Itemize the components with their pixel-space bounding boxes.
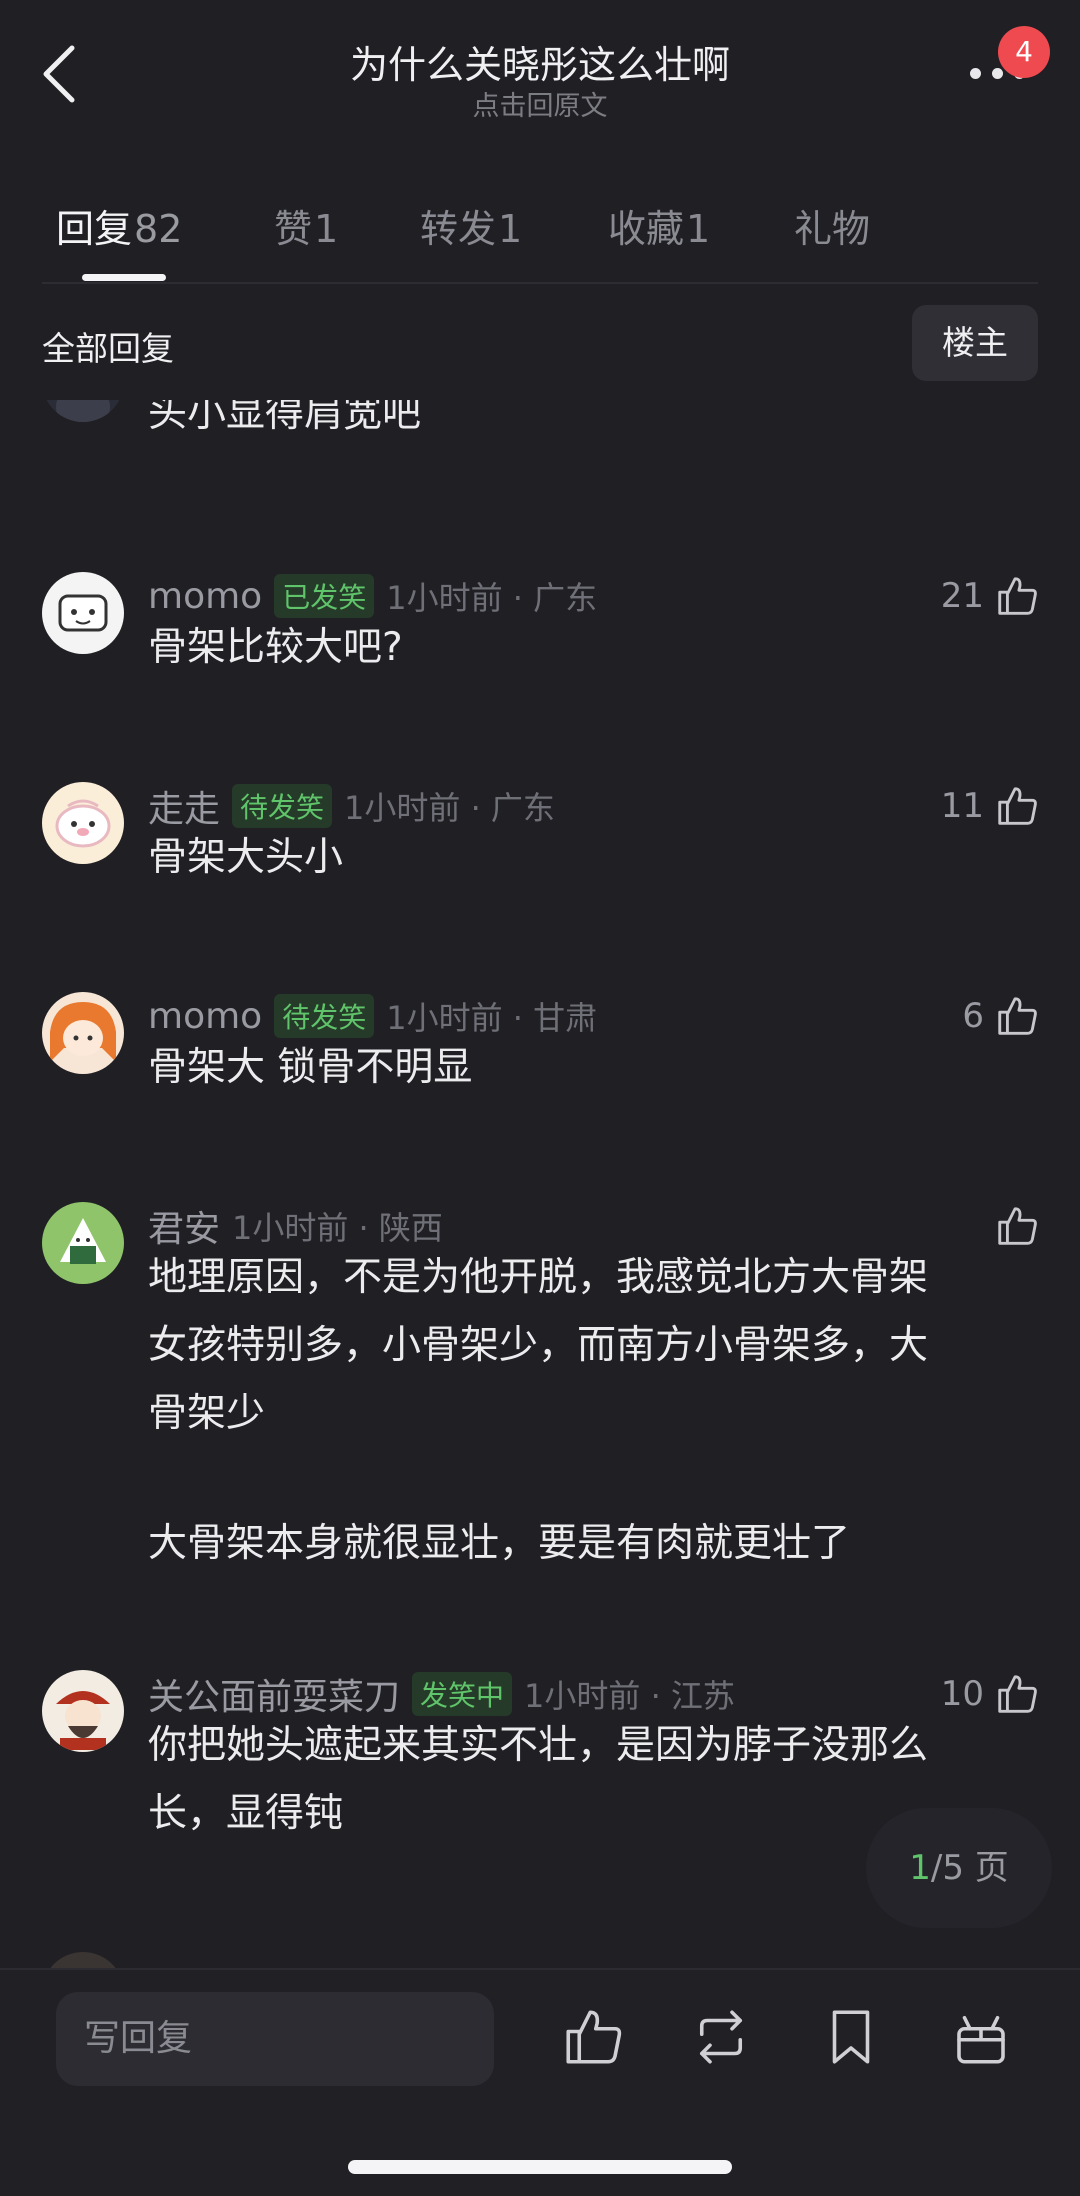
username[interactable]: momo xyxy=(148,576,262,617)
tab-favorites[interactable]: 收藏1 xyxy=(608,198,710,253)
comment-text: 地理原因，不是为他开脱，我感觉北方大骨架 女孩特别多，小骨架少，而南方小骨架多，… xyxy=(148,1255,929,1566)
page-indicator[interactable]: 1/5 页 xyxy=(866,1808,1052,1928)
tab-reposts[interactable]: 转发1 xyxy=(420,198,522,253)
thumbs-up-icon xyxy=(998,787,1037,825)
bookmark-button[interactable] xyxy=(818,2004,884,2070)
avatar[interactable] xyxy=(42,572,124,654)
avatar[interactable] xyxy=(42,1670,124,1752)
timestamp: 1小时前 · 广东 xyxy=(344,789,555,827)
status-badge: 待发笑 xyxy=(232,784,333,828)
status-badge: 发笑中 xyxy=(412,1672,513,1716)
notification-badge: 4 xyxy=(998,26,1050,78)
avatar[interactable] xyxy=(42,782,124,864)
repost-icon xyxy=(699,2010,743,2064)
section-title: 全部回复 xyxy=(42,329,174,368)
timestamp: 1小时前 · 江苏 xyxy=(524,1677,735,1715)
comment-list[interactable]: 头小显得肩宽吧 momo 已发笑 1小时前 · 广东 21 骨架比较大吧? 走走… xyxy=(0,400,1080,1970)
thumbs-up-icon xyxy=(998,1207,1037,1245)
repost-button[interactable] xyxy=(688,2004,754,2070)
back-to-original-link[interactable]: 点击回原文 xyxy=(0,84,1080,123)
header: 为什么关晓彤这么壮啊 点击回原文 4 xyxy=(0,0,1080,130)
like-count: 10 xyxy=(940,1674,984,1714)
comment-text: 骨架比较大吧? xyxy=(148,625,403,670)
tab-likes[interactable]: 赞1 xyxy=(274,198,338,253)
avatar[interactable] xyxy=(42,1202,124,1284)
thumbs-up-icon xyxy=(998,577,1037,615)
thumbs-up-icon xyxy=(998,1675,1037,1713)
avatar[interactable] xyxy=(42,400,124,422)
comment-text: 骨架大 锁骨不明显 xyxy=(148,1045,473,1090)
timestamp: 1小时前 · 陕西 xyxy=(232,1209,443,1247)
like-count: 11 xyxy=(940,786,984,826)
reply-input[interactable]: 写回复 xyxy=(56,1992,494,2086)
active-tab-indicator xyxy=(82,274,166,281)
avatar[interactable] xyxy=(42,992,124,1074)
like-count: 6 xyxy=(962,996,984,1036)
more-dots-icon xyxy=(970,68,981,79)
tab-replies[interactable]: 回复82 xyxy=(56,198,182,253)
tab-bar: 回复82 赞1 转发1 收藏1 礼物 xyxy=(0,190,1080,281)
comment-text: 头小显得肩宽吧 xyxy=(148,400,422,436)
status-badge: 已发笑 xyxy=(274,574,375,618)
home-indicator xyxy=(348,2160,732,2174)
thumbs-up-icon xyxy=(566,2010,622,2064)
timestamp: 1小时前 · 广东 xyxy=(386,579,598,617)
gift-button[interactable] xyxy=(948,2004,1014,2070)
thumbs-up-icon xyxy=(998,997,1037,1035)
username[interactable]: momo xyxy=(148,996,262,1037)
bookmark-icon xyxy=(832,2010,870,2064)
status-badge: 待发笑 xyxy=(274,994,375,1038)
like-count: 21 xyxy=(940,576,984,616)
gift-icon xyxy=(957,2015,1005,2064)
timestamp: 1小时前 · 甘肃 xyxy=(386,999,598,1037)
page-title: 为什么关晓彤这么壮啊 xyxy=(349,43,730,87)
op-filter-button[interactable]: 楼主 xyxy=(912,305,1038,381)
comment-text: 骨架大头小 xyxy=(148,835,344,880)
tab-gifts[interactable]: 礼物 xyxy=(794,198,870,253)
like-post-button[interactable] xyxy=(560,2004,626,2070)
divider xyxy=(42,282,1038,284)
